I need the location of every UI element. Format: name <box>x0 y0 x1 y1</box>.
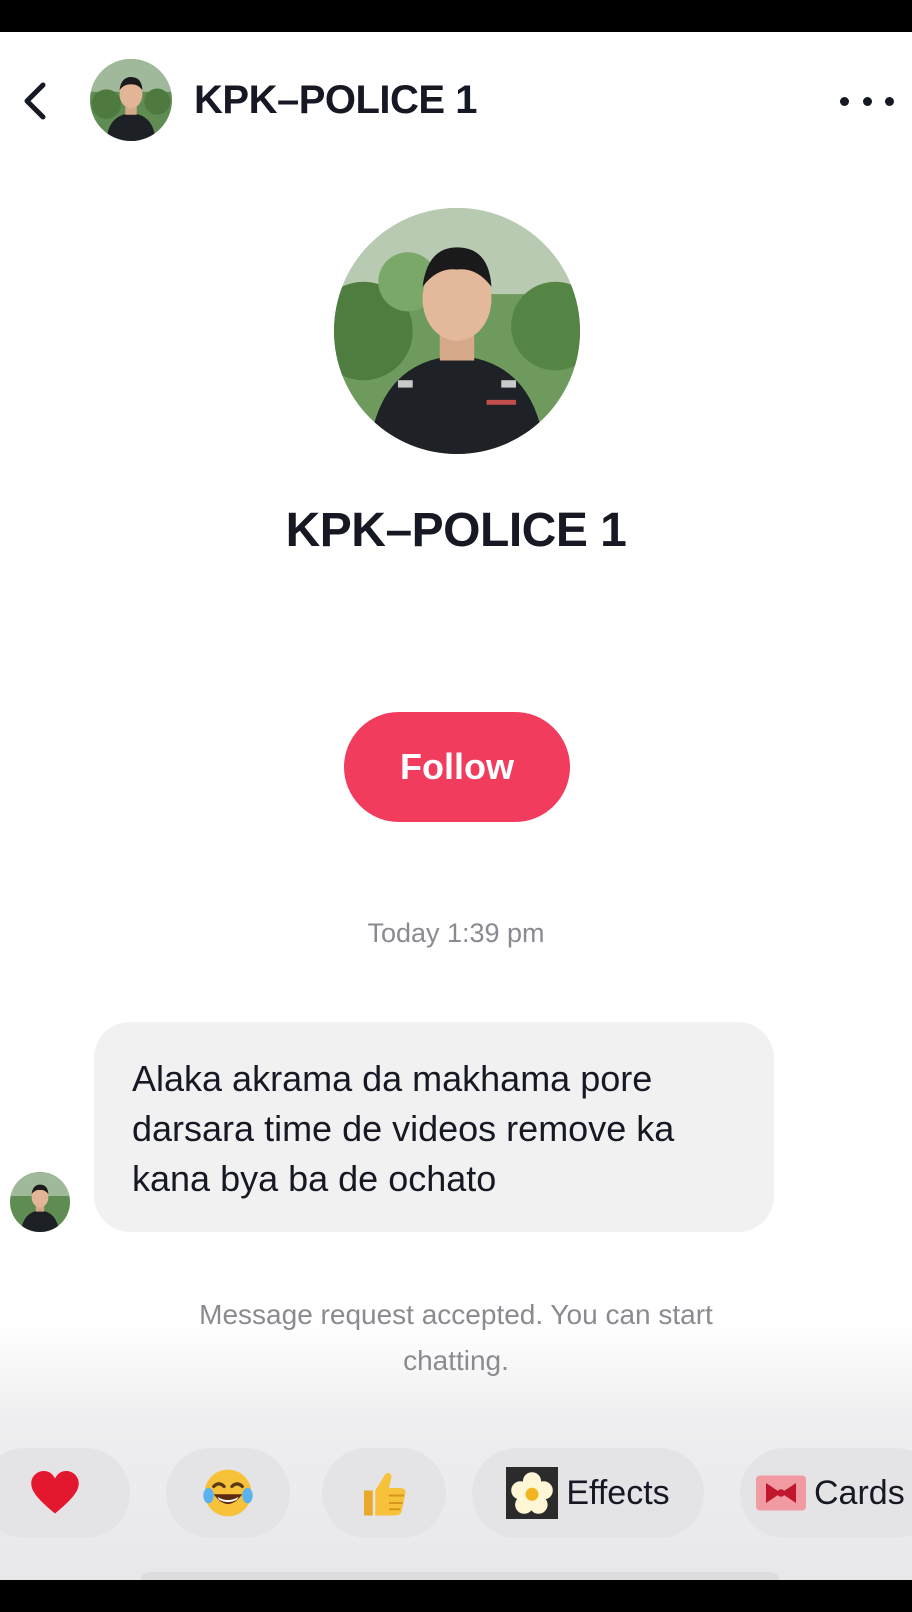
red-heart-icon <box>30 1470 80 1516</box>
incoming-message-bubble[interactable]: Alaka akrama da makhama pore darsara tim… <box>94 1022 774 1232</box>
header-avatar[interactable] <box>90 59 172 141</box>
avatar-photo <box>10 1172 70 1232</box>
sender-avatar[interactable] <box>10 1172 70 1232</box>
quick-reply-cards[interactable]: Cards <box>740 1448 912 1538</box>
quick-reply-heart[interactable] <box>0 1448 130 1538</box>
chat-screen: KPK–POLICE 1 KPK–POLICE 1 Follow Today 1… <box>0 32 912 1580</box>
flower-effects-icon <box>506 1467 559 1519</box>
chat-header: KPK–POLICE 1 <box>0 32 912 168</box>
quick-reply-thumbs-up[interactable] <box>322 1448 446 1538</box>
more-horizontal-icon <box>840 96 849 106</box>
quick-reply-effects[interactable]: Effects <box>472 1448 704 1538</box>
more-horizontal-icon <box>885 96 894 106</box>
profile-name: KPK–POLICE 1 <box>285 504 627 557</box>
effects-label: Effects <box>566 1473 670 1512</box>
quick-reply-laugh[interactable] <box>166 1448 290 1538</box>
message-input-edge[interactable] <box>140 1572 780 1580</box>
chevron-left-icon <box>24 82 46 120</box>
thumbs-up-icon <box>359 1468 409 1518</box>
cards-label: Cards <box>814 1473 905 1512</box>
profile-avatar[interactable] <box>334 208 580 454</box>
message-timestamp: Today 1:39 pm <box>367 918 545 948</box>
more-horizontal-icon <box>862 96 872 106</box>
system-message: Message request accepted. You can start … <box>199 1299 713 1376</box>
tears-of-joy-icon <box>202 1467 254 1519</box>
follow-button[interactable]: Follow <box>344 712 570 822</box>
avatar-photo <box>90 59 172 141</box>
chat-title[interactable]: KPK–POLICE 1 <box>194 76 477 124</box>
back-button[interactable] <box>14 74 58 128</box>
gift-card-icon <box>756 1473 806 1513</box>
more-options-button[interactable] <box>836 84 898 118</box>
avatar-photo <box>334 208 580 454</box>
quick-reply-bar: Effects Cards <box>0 1448 912 1544</box>
